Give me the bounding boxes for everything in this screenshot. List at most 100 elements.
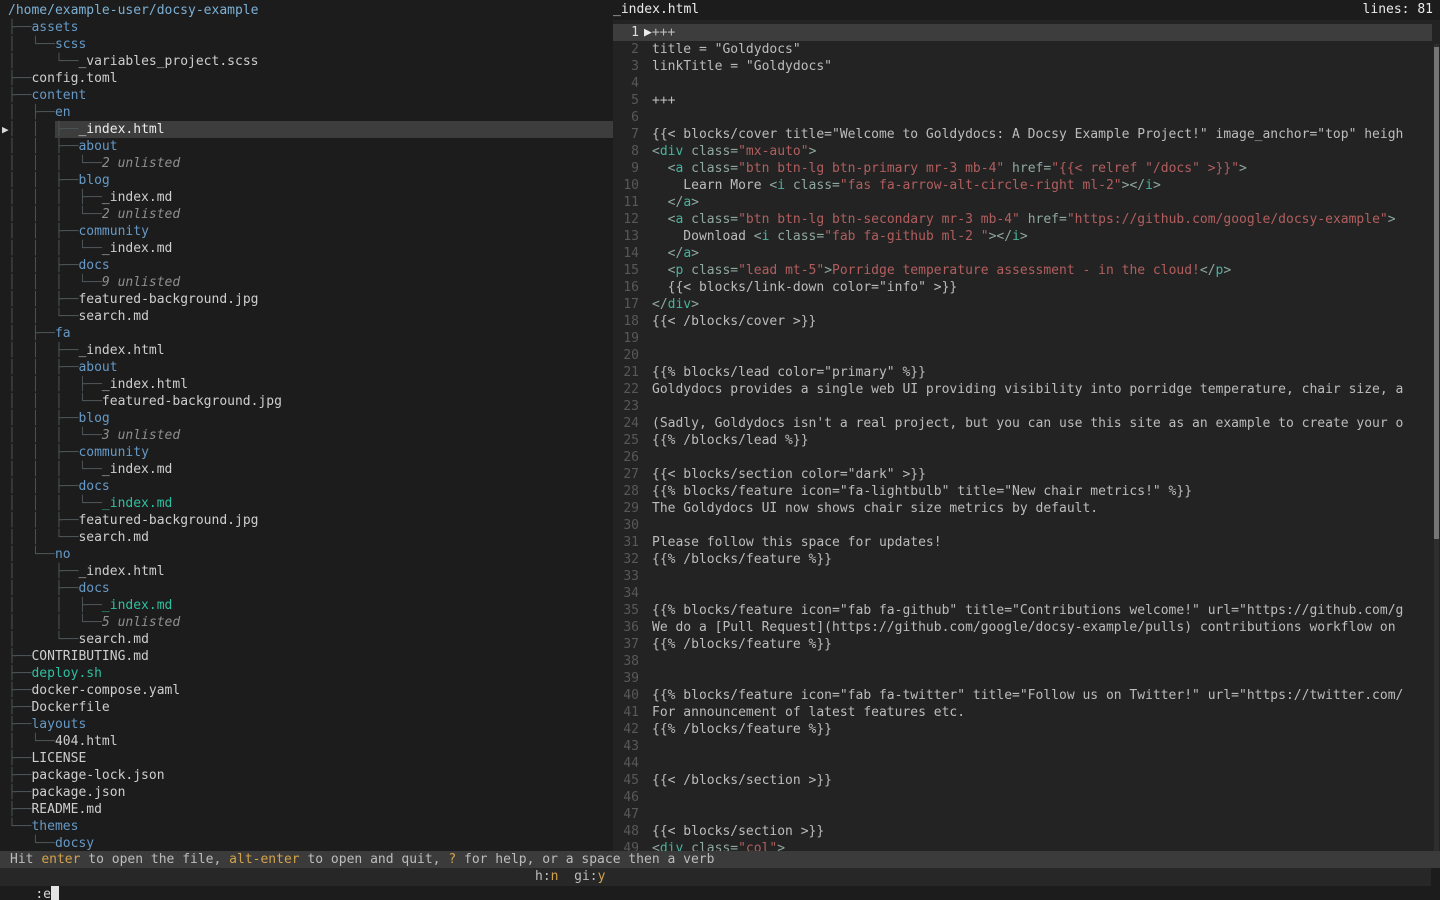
tree-row[interactable]: ├──layouts bbox=[0, 716, 613, 733]
tree-row[interactable]: │ │ ├──docs bbox=[0, 478, 613, 495]
tree-row[interactable]: │ │ ├──community bbox=[0, 223, 613, 240]
line-number: 6 bbox=[613, 109, 639, 126]
tree-row[interactable]: │ │ │ └──_index.md bbox=[0, 240, 613, 257]
code-line: 24(Sadly, Goldydocs isn't a real project… bbox=[613, 415, 1432, 432]
line-number: 36 bbox=[613, 619, 639, 636]
tree-row[interactable]: ├──CONTRIBUTING.md bbox=[0, 648, 613, 665]
tree-row[interactable]: │ └──no bbox=[0, 546, 613, 563]
line-number: 16 bbox=[613, 279, 639, 296]
tree-row[interactable]: │ ├──_index.html bbox=[0, 563, 613, 580]
line-number: 27 bbox=[613, 466, 639, 483]
tree-root-path[interactable]: /home/example-user/docsy-example bbox=[0, 2, 613, 19]
tree-row[interactable]: ├──package.json bbox=[0, 784, 613, 801]
line-number: 15 bbox=[613, 262, 639, 279]
tree-row[interactable]: ├──content bbox=[0, 87, 613, 104]
tree-row[interactable]: ├──deploy.sh bbox=[0, 665, 613, 682]
tree-row[interactable]: │ │ ├──about bbox=[0, 138, 613, 155]
code-line: 5+++ bbox=[613, 92, 1432, 109]
code-line: 33 bbox=[613, 568, 1432, 585]
preview-filename: _index.html bbox=[613, 0, 699, 20]
line-number: 46 bbox=[613, 789, 639, 806]
line-number: 1 bbox=[613, 24, 639, 41]
tree-row[interactable]: │ │ ├──featured-background.jpg bbox=[0, 291, 613, 308]
line-number: 47 bbox=[613, 806, 639, 823]
line-number: 34 bbox=[613, 585, 639, 602]
preview-body: 1▶+++2title = "Goldydocs"3linkTitle = "G… bbox=[613, 20, 1440, 851]
tree-row[interactable]: └──docsy bbox=[0, 835, 613, 851]
broot-window: /home/example-user/docsy-example ├──asse… bbox=[0, 0, 1440, 900]
tree-row[interactable]: │ │ ├──about bbox=[0, 359, 613, 376]
line-number: 48 bbox=[613, 823, 639, 840]
tree-row[interactable]: │ └──404.html bbox=[0, 733, 613, 750]
preview-scrollbar[interactable] bbox=[1434, 44, 1439, 851]
line-number: 42 bbox=[613, 721, 639, 738]
tree-row[interactable]: │ └──_variables_project.scss bbox=[0, 53, 613, 70]
tree-row[interactable]: ├──docker-compose.yaml bbox=[0, 682, 613, 699]
tree-row[interactable]: │ │ ├──blog bbox=[0, 410, 613, 427]
tree-unlisted-count: │ │ │ └──2 unlisted bbox=[0, 206, 613, 223]
tree-row[interactable]: ├──README.md bbox=[0, 801, 613, 818]
line-number: 29 bbox=[613, 500, 639, 517]
code-line: 42{{% /blocks/feature %}} bbox=[613, 721, 1432, 738]
line-number: 21 bbox=[613, 364, 639, 381]
tree-row[interactable]: │ ├──fa bbox=[0, 325, 613, 342]
code-line: 14 </a> bbox=[613, 245, 1432, 262]
code-line: 43 bbox=[613, 738, 1432, 755]
tree-row[interactable]: │ ├──en bbox=[0, 104, 613, 121]
code-line: 27{{< blocks/section color="dark" >}} bbox=[613, 466, 1432, 483]
tree-row[interactable]: │ │ ├──docs bbox=[0, 257, 613, 274]
line-number: 24 bbox=[613, 415, 639, 432]
code-line: 11 </a> bbox=[613, 194, 1432, 211]
tree-row[interactable]: │ │ ├──featured-background.jpg bbox=[0, 512, 613, 529]
code-line: 12 <a class="btn btn-lg btn-secondary mr… bbox=[613, 211, 1432, 228]
code-line: 10 Learn More <i class="fas fa-arrow-alt… bbox=[613, 177, 1432, 194]
line-number: 5 bbox=[613, 92, 639, 109]
tree-row[interactable]: │ ├──docs bbox=[0, 580, 613, 597]
input-cursor bbox=[51, 886, 59, 900]
tree-row[interactable]: ▶│ │ ├──_index.html bbox=[0, 121, 613, 138]
tree-row[interactable]: └──themes bbox=[0, 818, 613, 835]
tree-row[interactable]: │ └──search.md bbox=[0, 631, 613, 648]
mode-flags: h:n gi:y bbox=[535, 868, 605, 886]
tree-row[interactable]: │ │ ├──community bbox=[0, 444, 613, 461]
command-input[interactable]: :e bbox=[35, 887, 51, 900]
code-line: 8<div class="mx-auto"> bbox=[613, 143, 1432, 160]
line-number: 44 bbox=[613, 755, 639, 772]
tree-row[interactable]: ├──config.toml bbox=[0, 70, 613, 87]
tree-row[interactable]: │ │ │ ├──_index.md bbox=[0, 189, 613, 206]
code-line: 31Please follow this space for updates! bbox=[613, 534, 1432, 551]
tree-row[interactable]: ├──Dockerfile bbox=[0, 699, 613, 716]
tree-row[interactable]: │ │ └──search.md bbox=[0, 308, 613, 325]
tree-row[interactable]: │ │ │ ├──_index.html bbox=[0, 376, 613, 393]
line-number: 10 bbox=[613, 177, 639, 194]
tree-row[interactable]: ├──package-lock.json bbox=[0, 767, 613, 784]
code-line: 16 {{< blocks/link-down color="info" >}} bbox=[613, 279, 1432, 296]
tree-row[interactable]: │ │ ├──_index.md bbox=[0, 597, 613, 614]
tree-row[interactable]: ├──LICENSE bbox=[0, 750, 613, 767]
tree-row[interactable]: │ │ └──search.md bbox=[0, 529, 613, 546]
line-number: 22 bbox=[613, 381, 639, 398]
code-line: 39 bbox=[613, 670, 1432, 687]
tree-unlisted-count: │ │ │ └──2 unlisted bbox=[0, 155, 613, 172]
code-line: 44 bbox=[613, 755, 1432, 772]
code-line: 48{{< blocks/section >}} bbox=[613, 823, 1432, 840]
code-line: 35{{% blocks/feature icon="fab fa-github… bbox=[613, 602, 1432, 619]
tree-row[interactable]: │ │ ├──blog bbox=[0, 172, 613, 189]
code-line: 40{{% blocks/feature icon="fab fa-twitte… bbox=[613, 687, 1432, 704]
code-lines: 1▶+++2title = "Goldydocs"3linkTitle = "G… bbox=[613, 24, 1440, 851]
code-line: 45{{< /blocks/section >}} bbox=[613, 772, 1432, 789]
tree-row[interactable]: │ └──scss bbox=[0, 36, 613, 53]
tree-row[interactable]: │ │ │ └──featured-background.jpg bbox=[0, 393, 613, 410]
scrollbar-thumb[interactable] bbox=[1434, 47, 1439, 539]
line-number: 39 bbox=[613, 670, 639, 687]
tree-row[interactable]: ├──assets bbox=[0, 19, 613, 36]
code-line: 4 bbox=[613, 75, 1432, 92]
tree-row[interactable]: │ │ ├──_index.html bbox=[0, 342, 613, 359]
tree-row[interactable]: │ │ │ └──_index.md bbox=[0, 461, 613, 478]
tree-row[interactable]: │ │ │ └──_index.md bbox=[0, 495, 613, 512]
code-line: 47 bbox=[613, 806, 1432, 823]
line-number: 31 bbox=[613, 534, 639, 551]
line-number: 20 bbox=[613, 347, 639, 364]
line-number: 19 bbox=[613, 330, 639, 347]
code-line: 34 bbox=[613, 585, 1432, 602]
